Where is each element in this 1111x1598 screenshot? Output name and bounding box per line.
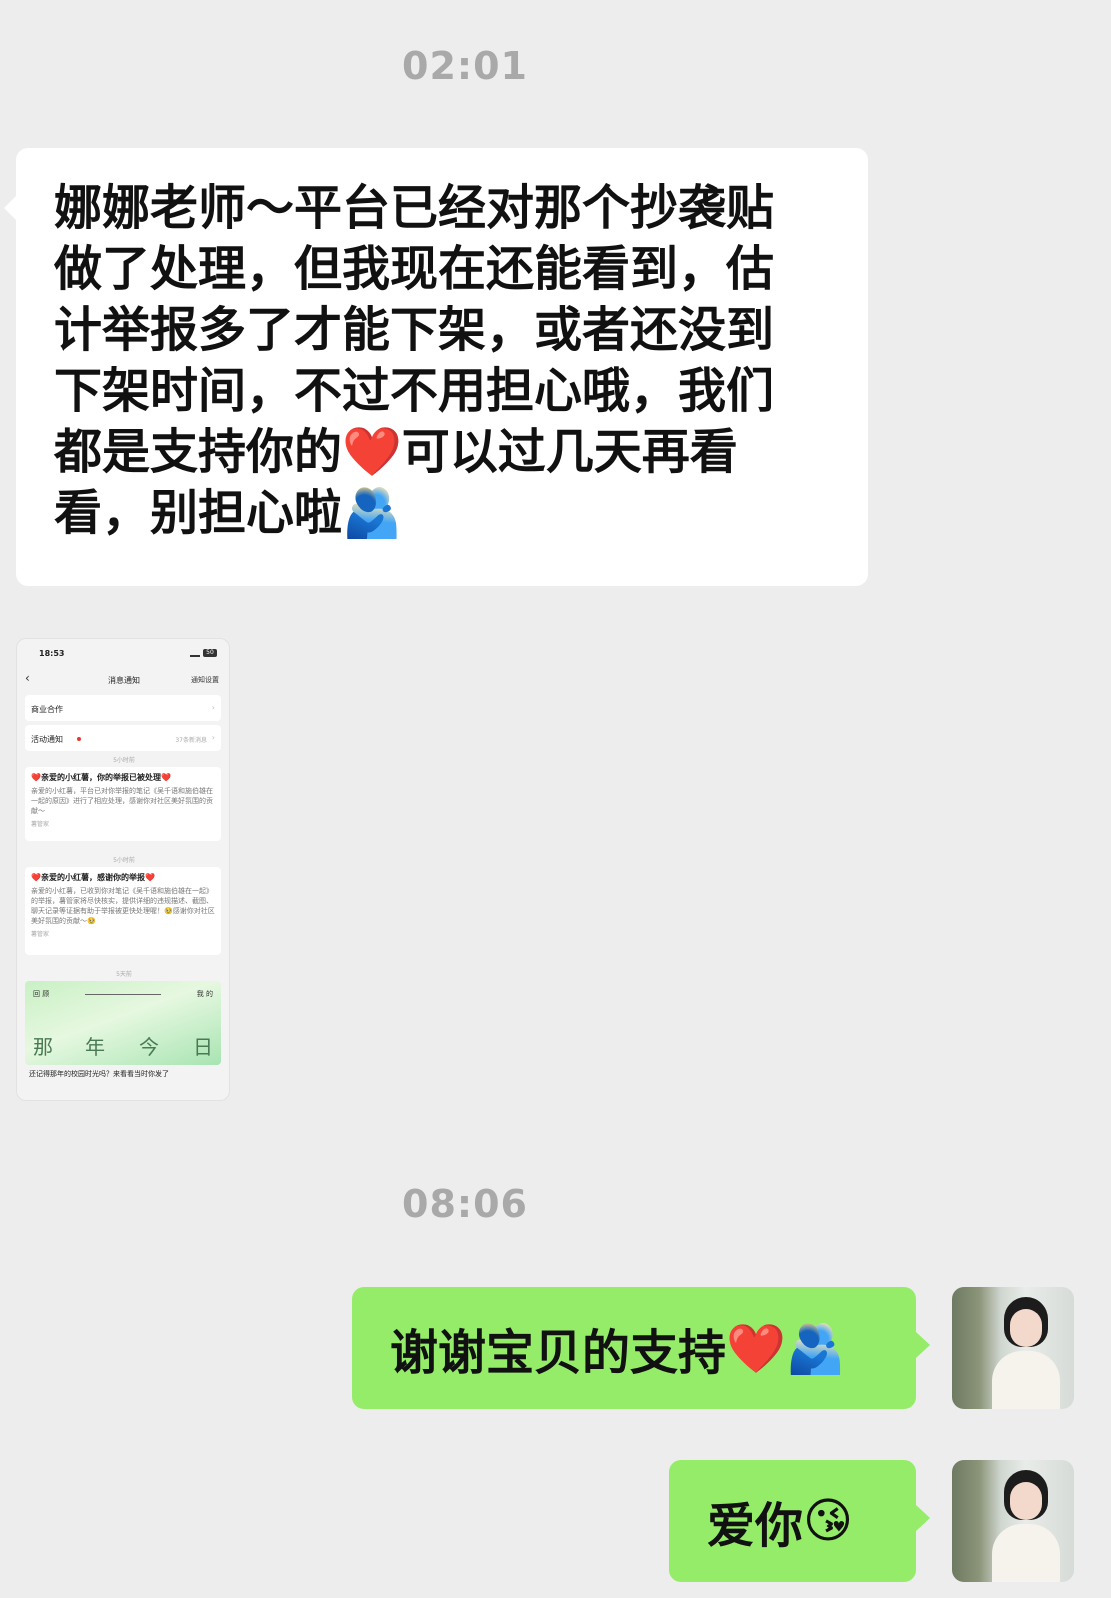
signal-icon xyxy=(190,649,200,657)
notification-card: ❤️亲爱的小红薯，感谢你的举报❤️ 亲爱的小红薯，已收到你对笔记《吴千语和施伯雄… xyxy=(25,867,221,955)
row-label: 活动通知 xyxy=(31,735,63,744)
banner-char: 年 xyxy=(85,1035,105,1059)
message-line: 娜娜老师～平台已经对那个抄袭贴 xyxy=(54,180,775,236)
message-text: 都是支持你的 xyxy=(54,424,343,480)
notification-card: ❤️亲爱的小红薯，你的举报已被处理❤️ 亲爱的小红薯，平台已对你举报的笔记《吴千… xyxy=(25,767,221,841)
time-divider: 5天前 xyxy=(116,971,132,978)
outgoing-message-bubble[interactable]: 谢谢宝贝的支持 ❤️🫂 xyxy=(352,1287,930,1409)
card-body: 亲爱的小红薯，已收到你对笔记《吴千语和施伯雄在一起》的举报，薯管家将尽快核实，提… xyxy=(31,887,215,925)
time-divider: 5小时前 xyxy=(113,857,135,864)
avatar[interactable] xyxy=(952,1287,1074,1409)
chevron-right-icon: › xyxy=(211,733,215,742)
banner-label: 回 顾 xyxy=(33,990,50,998)
avatar-body xyxy=(992,1351,1060,1409)
status-icons: 50 xyxy=(190,649,217,657)
status-time: 18:53 xyxy=(39,649,65,658)
timestamp: 02:01 xyxy=(402,44,528,88)
message-line: 下架时间，不过不用担心哦，我们 xyxy=(54,363,775,419)
banner-label: 我 的 xyxy=(196,990,213,998)
avatar-face xyxy=(1010,1482,1042,1520)
hug-emoji-icon: 🫂 xyxy=(342,485,402,541)
card-sender: 薯管家 xyxy=(31,931,50,938)
battery-icon: 50 xyxy=(203,649,217,657)
screenshot-image-message[interactable]: 18:53 50 ‹ 消息通知 通知设置 商业合作 › 活动通知 37条新消息 … xyxy=(16,638,230,1101)
message-line: 做了处理，但我现在还能看到，估 xyxy=(54,241,775,297)
message-text: 谢谢宝贝的支持 xyxy=(390,1325,727,1381)
activity-row: 活动通知 37条新消息 › xyxy=(25,725,221,751)
card-body: 亲爱的小红薯，平台已对你举报的笔记《吴千语和施伯雄在一起的原因》进行了相应处理，… xyxy=(31,787,213,815)
avatar-face xyxy=(1010,1309,1042,1347)
row-label: 商业合作 xyxy=(31,705,63,714)
message-text: 可以过几天再看 xyxy=(401,424,738,480)
card-title: ❤️亲爱的小红薯，你的举报已被处理❤️ xyxy=(31,773,171,782)
card-sender: 薯管家 xyxy=(31,821,50,828)
notification-settings-link: 通知设置 xyxy=(191,676,219,684)
red-heart-emoji-icon: ❤️ xyxy=(342,424,402,480)
message-line: 都是支持你的❤️可以过几天再看 xyxy=(54,422,830,483)
chevron-right-icon: › xyxy=(211,703,215,712)
incoming-message-bubble[interactable]: 娜娜老师～平台已经对那个抄袭贴 做了处理，但我现在还能看到，估 计举报多了才能下… xyxy=(4,148,868,586)
banner-char: 日 xyxy=(193,1035,213,1059)
unread-dot xyxy=(77,737,81,741)
banner-caption: 还记得那年的校园时光吗？来看看当时你发了 xyxy=(29,1070,169,1078)
banner-char: 那 xyxy=(33,1035,53,1059)
avatar[interactable] xyxy=(952,1460,1074,1582)
kiss-emoji-icon: 😘 xyxy=(803,1493,854,1549)
message-line: 看，别担心啦🫂 xyxy=(54,483,830,544)
business-row: 商业合作 › xyxy=(25,695,221,721)
banner-divider xyxy=(85,994,161,995)
row-meta: 37条新消息 xyxy=(175,737,207,744)
memory-banner: 回 顾 我 的 那 年 今 日 xyxy=(25,981,221,1065)
message-text: 爱你 xyxy=(707,1498,804,1554)
time-divider: 5小时前 xyxy=(113,757,135,764)
timestamp: 08:06 xyxy=(402,1182,528,1226)
banner-char: 今 xyxy=(139,1035,159,1059)
message-text: 看，别担心啦 xyxy=(54,485,343,541)
heart-hug-emoji-icon: ❤️🫂 xyxy=(726,1320,846,1377)
outgoing-message-bubble[interactable]: 爱你 😘 xyxy=(669,1460,930,1582)
message-line: 计举报多了才能下架，或者还没到 xyxy=(54,302,775,358)
avatar-body xyxy=(992,1524,1060,1582)
card-title: ❤️亲爱的小红薯，感谢你的举报❤️ xyxy=(31,873,155,882)
